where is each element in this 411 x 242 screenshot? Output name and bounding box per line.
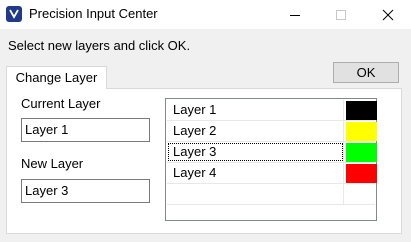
current-layer-label: Current Layer — [21, 96, 101, 111]
layer-row[interactable]: Layer 4 — [167, 163, 377, 184]
column-divider — [343, 163, 344, 184]
new-layer-field[interactable]: Layer 3 — [21, 179, 150, 203]
layer-name: Layer 2 — [173, 123, 217, 138]
column-divider — [343, 142, 344, 163]
layer-row[interactable]: Layer 1 — [167, 100, 377, 121]
instruction-text: Select new layers and click OK. — [8, 38, 191, 53]
close-icon — [382, 9, 394, 21]
layer-name: Layer 1 — [173, 102, 217, 117]
current-layer-field[interactable]: Layer 1 — [21, 118, 150, 142]
title-bar: Precision Input Center — [0, 0, 411, 29]
layer-color-swatch — [346, 143, 377, 162]
new-layer-label: New Layer — [21, 156, 84, 171]
column-divider — [343, 184, 344, 205]
column-divider — [343, 100, 344, 121]
layer-list[interactable]: Layer 1 Layer 2 Layer 3 Layer 4 — [165, 98, 377, 221]
tab-change-layer[interactable]: Change Layer — [6, 66, 107, 89]
window-title: Precision Input Center — [29, 6, 158, 21]
minimize-icon — [290, 15, 300, 16]
column-divider — [343, 121, 344, 142]
ok-button[interactable]: OK — [333, 62, 399, 83]
app-icon — [6, 6, 22, 22]
close-button[interactable] — [365, 0, 411, 29]
minimize-button[interactable] — [272, 0, 318, 29]
maximize-button — [318, 0, 364, 29]
maximize-icon — [336, 10, 346, 20]
layer-row-selected[interactable]: Layer 3 — [167, 142, 377, 163]
layer-color-swatch — [346, 164, 377, 183]
layer-name: Layer 3 — [173, 144, 217, 159]
layer-color-swatch — [346, 122, 377, 141]
empty-row — [167, 184, 375, 205]
layer-color-swatch — [346, 101, 377, 120]
layer-name: Layer 4 — [173, 165, 217, 180]
layer-row[interactable]: Layer 2 — [167, 121, 377, 142]
